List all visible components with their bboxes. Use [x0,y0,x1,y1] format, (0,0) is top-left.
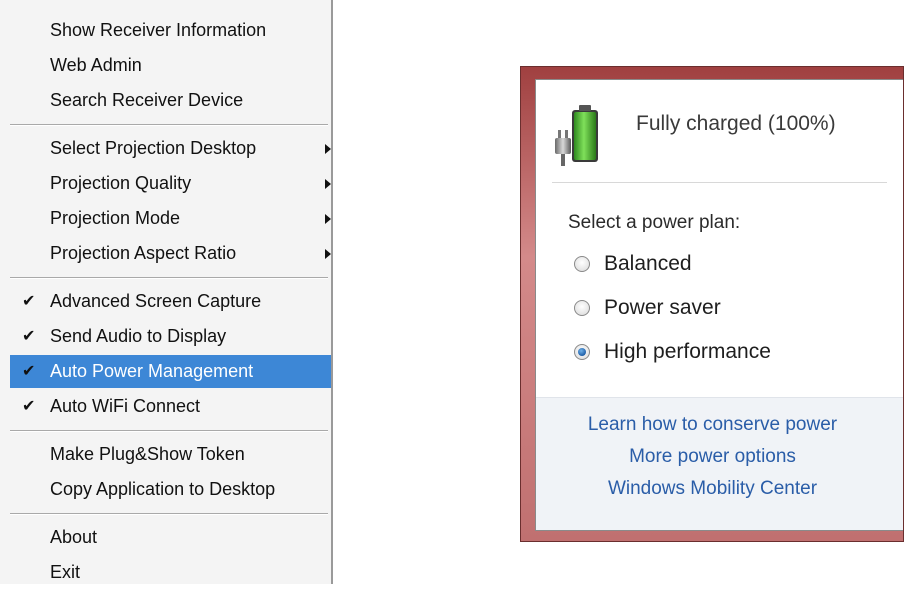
menu-separator [10,513,328,515]
menu-item-label: Auto WiFi Connect [50,396,201,416]
menu-item-auto-wifi-connect[interactable]: ✔ Auto WiFi Connect [10,390,331,423]
menu-item-auto-power-management[interactable]: ✔ Auto Power Management [10,355,331,388]
radio-label: High performance [604,340,771,363]
menu-separator [10,124,328,126]
menu-separator [10,430,328,432]
power-flyout-panel: Fully charged (100%) Select a power plan… [535,79,903,531]
checkmark-icon: ✔ [22,293,36,310]
power-plan-heading: Select a power plan: [568,212,741,233]
menu-item-label: Web Admin [50,55,142,75]
menu-item-label: Exit [50,562,81,582]
checkmark-icon: ✔ [22,328,36,345]
menu-item-label: Show Receiver Information [50,20,267,40]
power-plan-power-saver[interactable]: Power saver [574,296,874,324]
submenu-arrow-icon [325,249,331,259]
link-windows-mobility-center[interactable]: Windows Mobility Center [536,478,889,500]
menu-item-label: Projection Quality [50,173,192,193]
menu-item-exit[interactable]: Exit [10,556,331,589]
power-plan-high-performance[interactable]: High performance [574,340,874,368]
menu-item-copy-application-to-desktop[interactable]: Copy Application to Desktop [10,473,331,506]
menu-item-label: Projection Mode [50,208,181,228]
section-divider [552,182,887,183]
menu-item-label: Auto Power Management [50,361,254,381]
battery-status-text: Fully charged (100%) [636,112,836,135]
menu-item-label: Send Audio to Display [50,326,227,346]
menu-item-label: Advanced Screen Capture [50,291,262,311]
power-plan-balanced[interactable]: Balanced [574,252,874,280]
menu-item-label: About [50,527,98,547]
radio-label: Power saver [604,296,721,319]
submenu-arrow-icon [325,214,331,224]
radio-label: Balanced [604,252,692,275]
radio-button[interactable] [574,256,590,272]
menu-item-label: Copy Application to Desktop [50,479,276,499]
submenu-arrow-icon [325,144,331,154]
link-learn-conserve-power[interactable]: Learn how to conserve power [536,414,889,436]
menu-item-label: Search Receiver Device [50,90,244,110]
power-flyout: Fully charged (100%) Select a power plan… [520,66,904,542]
radio-button[interactable] [574,300,590,316]
menu-item-projection-mode[interactable]: Projection Mode [10,202,331,235]
menu-item-label: Make Plug&Show Token [50,444,245,464]
submenu-arrow-icon [325,179,331,189]
link-more-power-options[interactable]: More power options [536,446,889,468]
battery-plug-icon [555,105,598,166]
menu-item-label: Projection Aspect Ratio [50,243,237,263]
flyout-links-area: Learn how to conserve power More power o… [536,397,903,530]
checkmark-icon: ✔ [22,363,36,380]
menu-item-select-projection-desktop[interactable]: Select Projection Desktop [10,132,331,165]
menu-item-advanced-screen-capture[interactable]: ✔ Advanced Screen Capture [10,285,331,318]
menu-item-send-audio-to-display[interactable]: ✔ Send Audio to Display [10,320,331,353]
menu-item-projection-aspect-ratio[interactable]: Projection Aspect Ratio [10,237,331,270]
menu-item-web-admin[interactable]: Web Admin [10,49,331,82]
menu-item-projection-quality[interactable]: Projection Quality [10,167,331,200]
menu-item-search-receiver-device[interactable]: Search Receiver Device [10,84,331,117]
menu-item-show-receiver-information[interactable]: Show Receiver Information [10,14,331,47]
menu-separator [10,277,328,279]
menu-item-make-plug-show-token[interactable]: Make Plug&Show Token [10,438,331,471]
radio-button[interactable] [574,344,590,360]
menu-item-about[interactable]: About [10,521,331,554]
menu-item-label: Select Projection Desktop [50,138,257,158]
checkmark-icon: ✔ [22,398,36,415]
tray-context-menu: Show Receiver Information Web Admin Sear… [0,0,333,584]
